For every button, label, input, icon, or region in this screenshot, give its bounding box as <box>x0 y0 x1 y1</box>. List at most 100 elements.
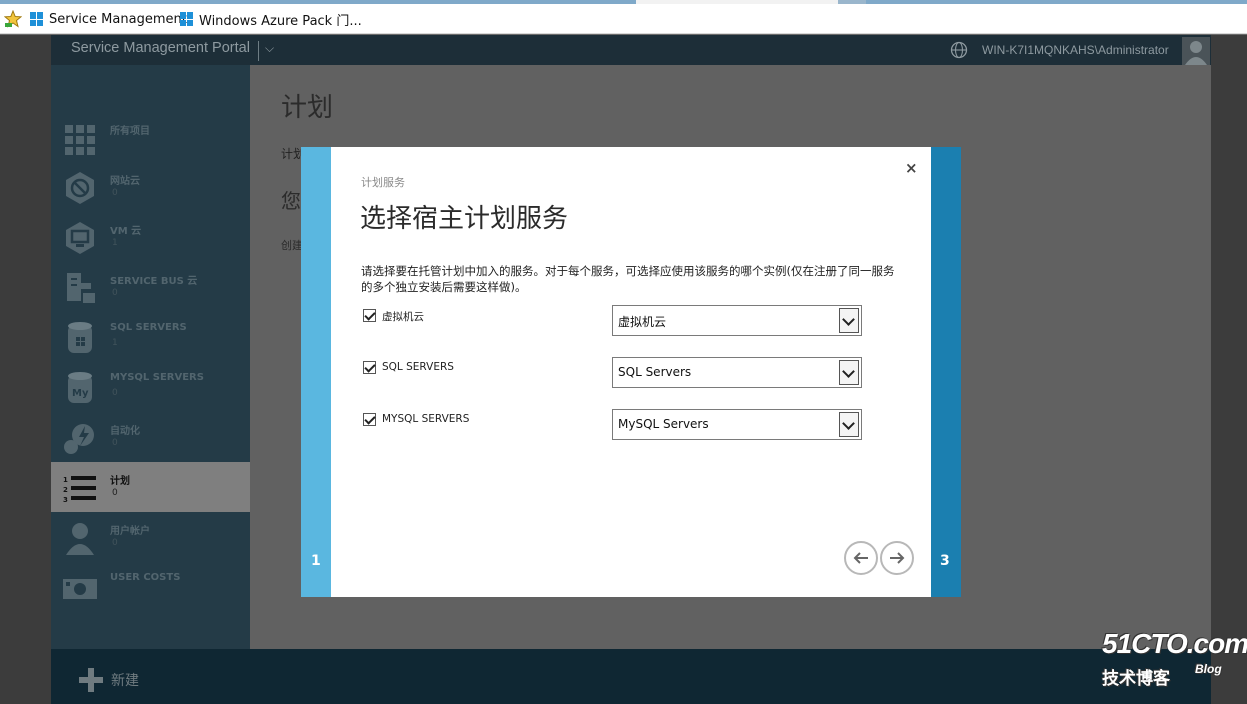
back-button[interactable] <box>844 541 878 575</box>
favorite-label: Service Management <box>49 11 187 27</box>
chevron-down-icon[interactable]: ⌵ <box>265 41 274 56</box>
sidebar-item-website-cloud[interactable]: 网站云 0 <box>51 162 250 212</box>
avatar[interactable] <box>1182 37 1210 65</box>
sidebar-item-label: 计划 <box>110 476 130 487</box>
sidebar-item-label: SQL SERVERS <box>110 322 187 333</box>
sidebar-item-plans[interactable]: 1 2 3 计划 0 <box>51 462 250 512</box>
arrow-right-icon <box>890 552 905 564</box>
sidebar-item-user-costs[interactable]: USER COSTS <box>51 562 250 612</box>
svg-text:My: My <box>72 388 89 399</box>
service-instance-select[interactable]: SQL Servers <box>612 357 862 388</box>
portal-brand[interactable]: Service Management Portal <box>71 40 250 56</box>
sidebar-item-label: VM 云 <box>110 226 142 237</box>
command-bar: 新建 <box>51 649 1211 704</box>
windows-icon <box>180 12 194 26</box>
service-checkbox[interactable] <box>363 413 376 426</box>
sidebar-item-automation[interactable]: 自动化 0 <box>51 412 250 462</box>
favorite-service-management[interactable]: Service Management <box>30 10 187 28</box>
sidebar-item-count: 0 <box>112 438 118 448</box>
browser-tab-strip <box>0 0 1247 4</box>
sidebar-item-count: 0 <box>112 488 118 498</box>
svg-text:2: 2 <box>63 486 68 494</box>
wizard-step-previous[interactable]: 1 <box>301 147 331 597</box>
plus-icon[interactable] <box>79 668 103 692</box>
header-divider <box>258 41 259 61</box>
select-value: 虚拟机云 <box>618 315 667 329</box>
service-row-sql-servers: SQL SERVERS SQL Servers <box>363 357 903 389</box>
chevron-down-icon[interactable] <box>839 308 859 333</box>
service-label: MYSQL SERVERS <box>382 413 470 425</box>
service-instance-select[interactable]: 虚拟机云 <box>612 305 862 336</box>
sidebar-item-label: 自动化 <box>110 426 140 437</box>
service-checkbox[interactable] <box>363 361 376 374</box>
next-button[interactable] <box>880 541 914 575</box>
user-name[interactable]: WIN-K7I1MQNKAHS\Administrator <box>982 43 1169 57</box>
sidebar-item-label: MYSQL SERVERS <box>110 372 204 383</box>
user-costs-icon <box>63 579 97 599</box>
watermark-caption: 技术博客 <box>1102 669 1170 689</box>
step-number: 1 <box>311 553 321 569</box>
sidebar-item-count: 0 <box>112 538 118 548</box>
dialog-subtitle: 计划服务 <box>361 176 405 189</box>
windows-icon <box>30 12 44 26</box>
mysql-server-icon: My <box>68 372 92 403</box>
chevron-down-icon[interactable] <box>839 360 859 385</box>
arrow-left-icon <box>853 552 868 564</box>
step-number: 3 <box>940 553 950 569</box>
sql-server-icon <box>68 322 92 353</box>
grid-icon <box>65 125 95 155</box>
watermark-logo: 51CTO.com <box>1102 628 1247 659</box>
sidebar: 所有项目 网站云 0 VM 云 1 SERVICE BUS 云 0 SQL SE… <box>51 65 250 649</box>
sidebar-item-label: SERVICE BUS 云 <box>110 276 198 287</box>
sidebar-item-label: 所有项目 <box>110 126 150 137</box>
globe-icon[interactable] <box>950 41 968 59</box>
sidebar-item-mysql-servers[interactable]: My MYSQL SERVERS 0 <box>51 362 250 412</box>
service-label: SQL SERVERS <box>382 361 454 373</box>
service-label: 虚拟机云 <box>382 311 424 323</box>
sidebar-item-count: 1 <box>112 238 118 248</box>
watermark-blog: Blog <box>1195 662 1222 676</box>
select-value: MySQL Servers <box>618 417 709 431</box>
user-accounts-icon <box>66 523 94 555</box>
favorites-bar: Service Management Windows Azure Pack 门.… <box>0 0 1247 34</box>
dialog-title: 选择宿主计划服务 <box>360 204 569 234</box>
service-row-vm-cloud: 虚拟机云 虚拟机云 <box>363 305 903 337</box>
chevron-down-icon[interactable] <box>839 412 859 437</box>
sidebar-item-user-accounts[interactable]: 用户帐户 0 <box>51 512 250 562</box>
plans-icon: 1 2 3 <box>63 476 96 504</box>
service-instance-select[interactable]: MySQL Servers <box>612 409 862 440</box>
watermark: 51CTO.com 技术博客 Blog <box>1102 628 1247 690</box>
website-cloud-icon <box>66 172 94 204</box>
sidebar-item-label: USER COSTS <box>110 572 181 583</box>
close-icon[interactable]: × <box>905 159 918 177</box>
sidebar-item-label: 用户帐户 <box>110 526 150 537</box>
service-row-mysql-servers: MYSQL SERVERS MySQL Servers <box>363 409 903 441</box>
sidebar-item-service-bus[interactable]: SERVICE BUS 云 0 <box>51 262 250 312</box>
vm-cloud-icon <box>66 222 94 254</box>
page-title: 计划 <box>281 93 334 123</box>
new-button[interactable]: 新建 <box>111 670 139 690</box>
favorite-windows-azure-pack[interactable]: Windows Azure Pack 门... <box>180 10 362 29</box>
sidebar-item-sql-servers[interactable]: SQL SERVERS 1 <box>51 312 250 362</box>
page-heading: 您 <box>281 189 301 213</box>
select-value: SQL Servers <box>618 365 692 379</box>
service-checkbox[interactable] <box>363 309 376 322</box>
service-bus-icon <box>67 273 95 303</box>
sidebar-item-count: 0 <box>112 288 118 298</box>
svg-text:3: 3 <box>63 496 68 504</box>
sidebar-item-count: 0 <box>112 388 118 398</box>
sidebar-item-count: 1 <box>112 338 118 348</box>
page-text: 创建 <box>281 239 303 252</box>
svg-text:1: 1 <box>63 476 68 484</box>
favorite-label: Windows Azure Pack 门... <box>199 13 362 29</box>
sidebar-item-count: 0 <box>112 188 118 198</box>
plan-services-dialog: × 计划服务 选择宿主计划服务 请选择要在托管计划中加入的服务。对于每个服务，可… <box>331 147 931 597</box>
portal-header: Service Management Portal ⌵ WIN-K7I1MQNK… <box>51 35 1211 65</box>
favorites-star-icon[interactable] <box>4 10 22 28</box>
sidebar-item-label: 网站云 <box>110 176 140 187</box>
wizard-step-next[interactable]: 3 <box>931 147 961 597</box>
dialog-description: 请选择要在托管计划中加入的服务。对于每个服务，可选择应使用该服务的哪个实例(仅在… <box>361 264 895 294</box>
automation-icon <box>64 424 94 454</box>
sidebar-item-vm-cloud[interactable]: VM 云 1 <box>51 212 250 262</box>
sidebar-item-all-items[interactable]: 所有项目 <box>51 112 250 162</box>
